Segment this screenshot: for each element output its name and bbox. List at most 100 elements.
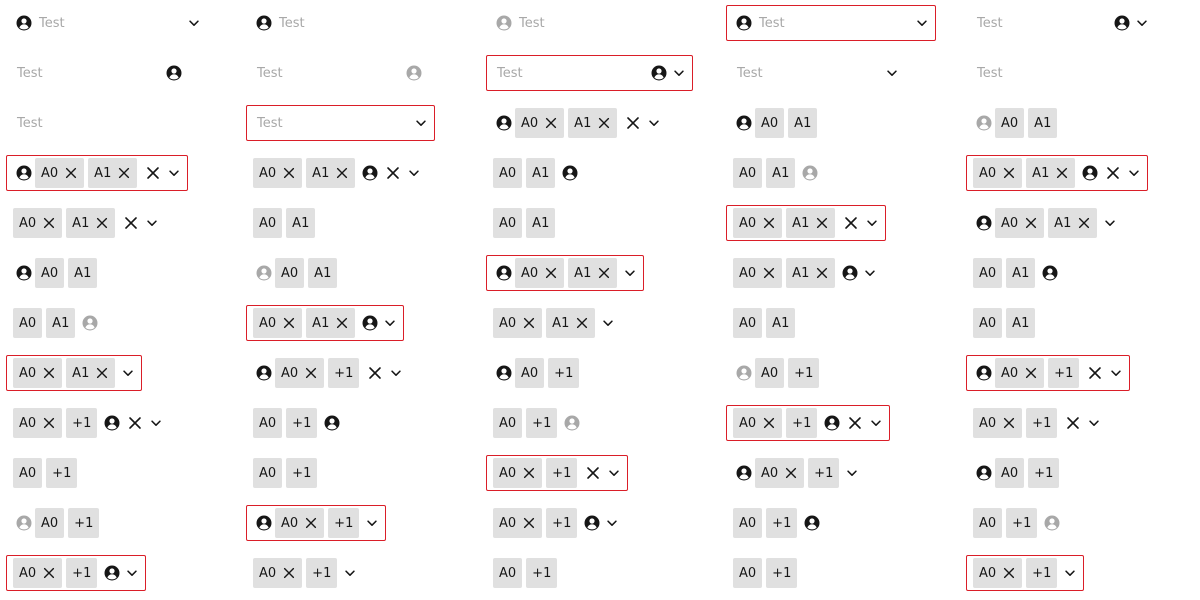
close-icon[interactable] bbox=[367, 365, 383, 381]
selected-tag[interactable]: +1 bbox=[1006, 508, 1038, 538]
chevron-down-icon[interactable] bbox=[869, 416, 883, 430]
selected-tag[interactable]: A0 bbox=[995, 208, 1045, 238]
combobox[interactable]: A0 +1 bbox=[966, 405, 1108, 441]
selected-tag[interactable]: A0 bbox=[493, 458, 543, 488]
selected-tag[interactable]: A1 bbox=[1026, 158, 1076, 188]
combobox[interactable]: A0 A1 bbox=[486, 305, 622, 341]
selected-tag[interactable]: A0 bbox=[733, 158, 763, 188]
selected-tag[interactable]: A1 bbox=[786, 258, 836, 288]
close-icon[interactable] bbox=[544, 266, 558, 280]
chevron-down-icon[interactable] bbox=[407, 166, 421, 180]
close-icon[interactable] bbox=[585, 465, 601, 481]
selected-tag[interactable]: A0 bbox=[973, 308, 1003, 338]
combobox[interactable]: A0 +1 bbox=[726, 355, 830, 391]
combobox[interactable]: A0 +1 bbox=[6, 505, 110, 541]
selected-tag[interactable]: A1 bbox=[66, 358, 116, 388]
chevron-down-icon[interactable] bbox=[125, 566, 139, 580]
chevron-down-icon[interactable] bbox=[863, 266, 877, 280]
close-icon[interactable] bbox=[335, 166, 349, 180]
selected-tag[interactable]: A0 bbox=[733, 508, 763, 538]
selected-tag[interactable]: A0 bbox=[275, 258, 305, 288]
close-icon[interactable] bbox=[42, 416, 56, 430]
selected-tag[interactable]: A1 bbox=[526, 158, 556, 188]
combobox[interactable]: A0 +1 bbox=[966, 455, 1070, 491]
chevron-down-icon[interactable] bbox=[672, 66, 686, 80]
combobox-invalid[interactable]: A0 +1 bbox=[726, 405, 891, 441]
combobox[interactable]: A0 +1 bbox=[966, 505, 1070, 541]
combobox[interactable]: A0 +1 bbox=[246, 555, 364, 591]
combobox-invalid[interactable]: A0 +1 bbox=[966, 355, 1131, 391]
selected-tag[interactable]: A1 bbox=[88, 158, 138, 188]
selected-tag[interactable]: +1 bbox=[1028, 458, 1060, 488]
close-icon[interactable] bbox=[597, 116, 611, 130]
combobox-invalid[interactable]: A0 A1 bbox=[966, 155, 1149, 191]
selected-tag[interactable]: A1 bbox=[1048, 208, 1098, 238]
selected-tag[interactable]: +1 bbox=[328, 358, 360, 388]
close-icon[interactable] bbox=[815, 216, 829, 230]
selected-tag[interactable]: A0 bbox=[995, 108, 1025, 138]
selected-tag[interactable]: +1 bbox=[808, 458, 840, 488]
chevron-down-icon[interactable] bbox=[145, 216, 159, 230]
selected-tag[interactable]: A0 bbox=[35, 258, 65, 288]
combobox[interactable]: A0 A1 bbox=[726, 305, 806, 341]
selected-tag[interactable]: A0 bbox=[13, 558, 63, 588]
combobox[interactable]: A0 A1 bbox=[726, 255, 884, 291]
selected-tag[interactable]: A0 bbox=[733, 208, 783, 238]
close-icon[interactable] bbox=[762, 216, 776, 230]
selected-tag[interactable]: A0 bbox=[995, 358, 1045, 388]
close-icon[interactable] bbox=[385, 165, 401, 181]
chevron-down-icon[interactable] bbox=[1087, 416, 1101, 430]
selected-tag[interactable]: A1 bbox=[766, 158, 796, 188]
close-icon[interactable] bbox=[1024, 216, 1038, 230]
close-icon[interactable] bbox=[815, 266, 829, 280]
selected-tag[interactable]: A1 bbox=[568, 258, 618, 288]
combobox[interactable]: Test bbox=[966, 5, 1156, 41]
combobox[interactable]: A0 +1 bbox=[486, 405, 590, 441]
combobox[interactable]: A0 +1 bbox=[246, 455, 328, 491]
selected-tag[interactable]: +1 bbox=[766, 508, 798, 538]
close-icon[interactable] bbox=[522, 516, 536, 530]
close-icon[interactable] bbox=[843, 215, 859, 231]
selected-tag[interactable]: +1 bbox=[66, 408, 98, 438]
selected-tag[interactable]: A0 bbox=[493, 308, 543, 338]
close-icon[interactable] bbox=[304, 516, 318, 530]
selected-tag[interactable]: A0 bbox=[973, 158, 1023, 188]
selected-tag[interactable]: +1 bbox=[1048, 358, 1080, 388]
selected-tag[interactable]: +1 bbox=[788, 358, 820, 388]
combobox[interactable]: Test bbox=[246, 55, 432, 91]
selected-tag[interactable]: A0 bbox=[733, 558, 763, 588]
selected-tag[interactable]: A0 bbox=[253, 408, 283, 438]
selected-tag[interactable]: A0 bbox=[35, 158, 85, 188]
selected-tag[interactable]: A1 bbox=[286, 208, 316, 238]
combobox[interactable]: A0 A1 bbox=[486, 105, 668, 141]
close-icon[interactable] bbox=[123, 215, 139, 231]
close-icon[interactable] bbox=[1002, 166, 1016, 180]
selected-tag[interactable]: A0 bbox=[13, 358, 63, 388]
combobox[interactable]: Test bbox=[6, 55, 192, 91]
chevron-down-icon[interactable] bbox=[605, 516, 619, 530]
close-icon[interactable] bbox=[625, 115, 641, 131]
selected-tag[interactable]: +1 bbox=[546, 458, 578, 488]
selected-tag[interactable]: A0 bbox=[973, 508, 1003, 538]
close-icon[interactable] bbox=[522, 316, 536, 330]
combobox[interactable]: A0 +1 bbox=[486, 505, 626, 541]
chevron-down-icon[interactable] bbox=[167, 166, 181, 180]
chevron-down-icon[interactable] bbox=[121, 366, 135, 380]
close-icon[interactable] bbox=[95, 366, 109, 380]
selected-tag[interactable]: +1 bbox=[548, 358, 580, 388]
chevron-down-icon[interactable] bbox=[389, 366, 403, 380]
combobox-invalid[interactable]: Test bbox=[726, 5, 936, 41]
selected-tag[interactable]: A0 bbox=[973, 558, 1023, 588]
combobox[interactable]: A0 +1 bbox=[486, 555, 568, 591]
selected-tag[interactable]: +1 bbox=[766, 558, 798, 588]
combobox-invalid[interactable]: Test bbox=[246, 105, 435, 141]
close-icon[interactable] bbox=[784, 466, 798, 480]
selected-tag[interactable]: +1 bbox=[68, 508, 100, 538]
combobox-invalid[interactable]: A0 +1 bbox=[6, 555, 147, 591]
close-icon[interactable] bbox=[304, 366, 318, 380]
chevron-down-icon[interactable] bbox=[885, 66, 899, 80]
selected-tag[interactable]: A1 bbox=[546, 308, 596, 338]
selected-tag[interactable]: A0 bbox=[13, 458, 43, 488]
selected-tag[interactable]: A0 bbox=[275, 358, 325, 388]
selected-tag[interactable]: A1 bbox=[66, 208, 116, 238]
